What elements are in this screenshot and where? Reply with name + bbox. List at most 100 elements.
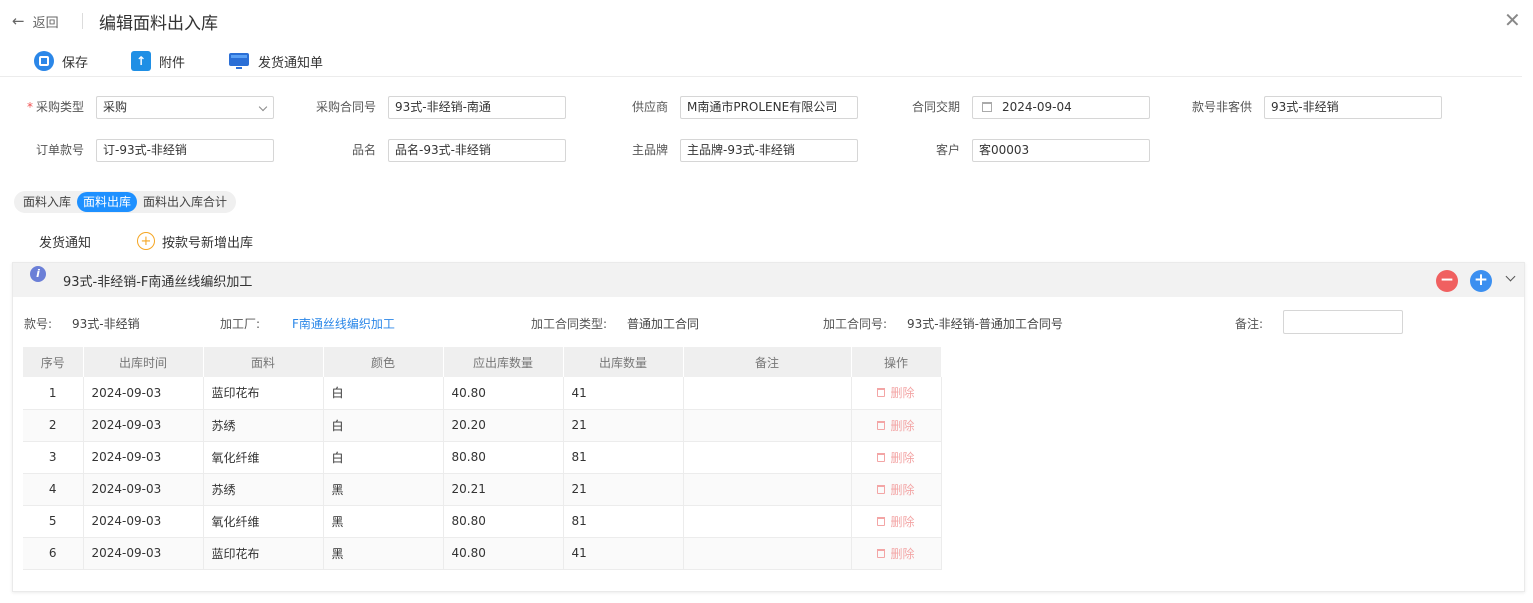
style-non-customer-field[interactable]: 93式-非经销 [1264,96,1442,119]
factory-link[interactable]: F南通丝线编织加工 [292,315,395,332]
delete-label: 删除 [890,546,915,561]
delivery-date-field[interactable]: 2024-09-04 [972,96,1150,119]
close-icon[interactable]: ✕ [1504,8,1521,32]
trash-icon [877,452,886,462]
row-action: 删除 [851,505,942,538]
row-expected-qty: 40.80 [443,377,564,410]
ship-notice-button[interactable]: 发货通知单 [228,49,323,73]
delete-button[interactable]: 删除 [877,384,915,401]
table-row: 3 2024-09-03 氧化纤维白 80.80 81 删除 [23,441,942,474]
contract-no-label: 采购合同号 [315,100,376,114]
contract-type-label: 加工合同类型: [531,317,608,331]
row-out-qty: 21 [563,473,684,506]
row-out-qty: 21 [563,409,684,442]
delete-label: 删除 [890,514,915,529]
trash-icon [877,548,886,558]
table-row: 1 2024-09-03 蓝印花布白 40.80 41 删除 [23,377,942,410]
trash-icon [877,388,886,398]
row-fabric: 氧化纤维 [203,441,324,474]
row-out-qty: 81 [563,441,684,474]
row-color: 白 [323,441,444,474]
toolbar: 保存 ↑ 附件 发货通知单 [0,45,1522,77]
row-expected-qty: 20.21 [443,473,564,506]
plus-circle-icon: + [137,232,155,250]
row-expected-qty: 80.80 [443,441,564,474]
table-header-row: 序号 出库时间 面料 颜色 应出库数量 出库数量 备注 操作 [23,347,942,377]
info-icon: i [30,266,46,282]
delete-button[interactable]: 删除 [877,481,915,498]
tab-fabric-out[interactable]: 面料出库 [77,192,138,212]
row-fabric: 苏绣 [203,473,324,506]
save-button[interactable]: 保存 [34,49,88,73]
row-out-time: 2024-09-03 [83,473,204,506]
row-remark[interactable] [683,409,852,442]
row-action: 删除 [851,441,942,474]
col-color: 颜色 [323,347,444,377]
order-style-no-field[interactable]: 订-93式-非经销 [96,139,274,162]
row-color: 白 [323,377,444,410]
main-brand-field[interactable]: 主品牌-93式-非经销 [680,139,858,162]
contract-no-field[interactable]: 93式-非经销-南通 [388,96,566,119]
tab-fabric-total[interactable]: 面料出入库合计 [137,192,233,212]
attach-button[interactable]: ↑ 附件 [131,49,185,73]
factory-label: 加工厂: [220,317,261,331]
card-header: i 93式-非经销-F南通丝线编织加工 − + [13,263,1524,297]
row-index: 1 [23,377,84,410]
row-remark[interactable] [683,377,852,410]
add-group-button[interactable]: + [1470,270,1492,292]
back-button[interactable]: ← 返回 [12,11,59,31]
remark-input[interactable] [1283,310,1403,334]
save-label: 保存 [62,55,89,71]
main-brand-label: 主品牌 [631,143,668,157]
table-row: 6 2024-09-03 蓝印花布黑 40.80 41 删除 [23,537,942,570]
row-color: 白 [323,409,444,442]
table-row: 2 2024-09-03 苏绣白 20.20 21 删除 [23,409,942,442]
arrow-left-icon: ← [12,12,25,30]
outbound-table: 序号 出库时间 面料 颜色 应出库数量 出库数量 备注 操作 1 2024-09-… [23,347,942,570]
row-action: 删除 [851,473,942,506]
row-color: 黑 [323,537,444,570]
delete-label: 删除 [890,418,915,433]
process-contract-no-value: 93式-非经销-普通加工合同号 [907,317,1063,331]
remove-group-button[interactable]: − [1436,270,1458,292]
upload-icon: ↑ [131,51,151,71]
col-remark: 备注 [683,347,852,377]
col-out-qty: 出库数量 [563,347,684,377]
delete-button[interactable]: 删除 [877,513,915,530]
delivery-date-label: 合同交期 [911,100,960,114]
purchase-type-select[interactable]: 采购 [96,96,274,119]
row-action: 删除 [851,377,942,410]
product-name-field[interactable]: 品名-93式-非经销 [388,139,566,162]
delete-label: 删除 [890,450,915,465]
row-index: 5 [23,505,84,538]
style-non-customer-label: 款号非客供 [1191,100,1252,114]
process-contract-no-label: 加工合同号: [823,317,888,331]
row-remark[interactable] [683,441,852,474]
chevron-down-icon[interactable] [1505,271,1516,282]
col-action: 操作 [851,347,942,377]
trash-icon [877,484,886,494]
tab-fabric-in[interactable]: 面料入库 [17,192,77,212]
row-out-qty: 81 [563,505,684,538]
trash-icon [877,516,886,526]
row-index: 2 [23,409,84,442]
row-remark[interactable] [683,505,852,538]
row-remark[interactable] [683,537,852,570]
row-out-time: 2024-09-03 [83,377,204,410]
col-out-time: 出库时间 [83,347,204,377]
header-divider [82,13,83,29]
row-remark[interactable] [683,473,852,506]
row-color: 黑 [323,505,444,538]
ship-notice-link[interactable]: 发货通知 [39,231,91,251]
row-out-qty: 41 [563,537,684,570]
row-fabric: 蓝印花布 [203,537,324,570]
add-by-style-button[interactable]: + 按款号新增出库 [137,231,253,251]
row-index: 3 [23,441,84,474]
supplier-field[interactable]: M南通市PROLENE有限公司 [680,96,858,119]
back-label: 返回 [32,15,59,31]
delete-button[interactable]: 删除 [877,417,915,434]
delete-button[interactable]: 删除 [877,545,915,562]
style-label: 款号: [24,317,53,331]
delete-button[interactable]: 删除 [877,449,915,466]
customer-field[interactable]: 客00003 [972,139,1150,162]
